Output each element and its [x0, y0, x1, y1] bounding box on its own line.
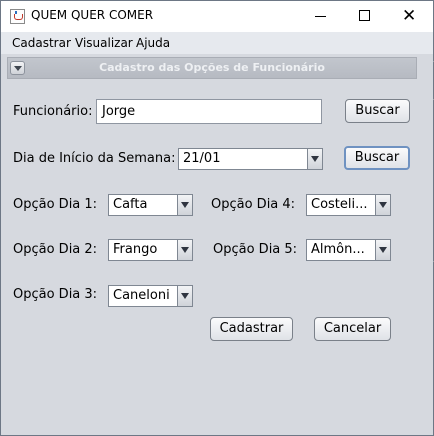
opcao-dia-5-value: Almôn...	[311, 242, 365, 257]
panel-title: Cadastro das Opções de Funcionário	[99, 61, 325, 74]
minimize-button[interactable]	[297, 1, 343, 32]
opcao-dia-4-select[interactable]: Costeli...	[306, 194, 391, 216]
opcao-dia-4-value: Costeli...	[311, 197, 368, 212]
chevron-down-icon[interactable]	[375, 240, 390, 260]
opcao-dia-1-value: Cafta	[113, 197, 148, 212]
inicio-semana-label: Dia de Início da Semana:	[13, 151, 176, 166]
cadastrar-button[interactable]: Cadastrar	[210, 317, 293, 341]
title-bar[interactable]: QUEM QUER COMER ✕	[1, 1, 433, 32]
chevron-down-icon[interactable]	[177, 240, 192, 260]
menu-ajuda[interactable]: Ajuda	[136, 36, 170, 50]
opcao-dia-3-select[interactable]: Caneloni	[108, 285, 193, 307]
close-icon: ✕	[402, 6, 417, 26]
maximize-icon	[359, 10, 370, 21]
maximize-button[interactable]	[341, 1, 387, 32]
opcao-dia-2-value: Frango	[113, 242, 158, 257]
funcionario-label: Funcionário:	[13, 104, 93, 119]
menu-bar: Cadastrar Visualizar Ajuda	[1, 32, 433, 54]
window-title: QUEM QUER COMER	[31, 8, 154, 22]
menu-cadastrar[interactable]: Cadastrar	[12, 36, 71, 50]
main-window: QUEM QUER COMER ✕ Cadastrar Visualizar A…	[0, 0, 434, 436]
chevron-down-icon[interactable]	[375, 195, 390, 215]
opcao-dia-5-label: Opção Dia 5:	[213, 242, 298, 257]
minimize-icon	[315, 16, 326, 17]
chevron-down-icon[interactable]	[307, 149, 322, 169]
inicio-semana-value: 21/01	[183, 151, 221, 166]
opcao-dia-4-label: Opção Dia 4:	[211, 197, 296, 212]
buscar-semana-button[interactable]: Buscar	[344, 146, 410, 170]
opcao-dia-5-select[interactable]: Almôn...	[306, 239, 391, 261]
panel-header: Cadastro das Opções de Funcionário	[7, 57, 417, 79]
opcao-dia-2-label: Opção Dia 2:	[13, 242, 98, 257]
chevron-down-icon[interactable]	[177, 195, 192, 215]
close-button[interactable]: ✕	[386, 1, 432, 32]
funcionario-input[interactable]: Jorge	[96, 99, 322, 124]
chevron-down-icon[interactable]	[177, 286, 192, 306]
opcao-dia-3-value: Caneloni	[113, 288, 170, 303]
opcao-dia-1-label: Opção Dia 1:	[13, 197, 98, 212]
inicio-semana-select[interactable]: 21/01	[178, 148, 323, 170]
cancelar-button[interactable]: Cancelar	[314, 317, 391, 341]
opcao-dia-3-label: Opção Dia 3:	[13, 287, 98, 302]
opcao-dia-2-select[interactable]: Frango	[108, 239, 193, 261]
buscar-funcionario-button[interactable]: Buscar	[345, 99, 410, 123]
menu-visualizar[interactable]: Visualizar	[75, 36, 133, 50]
java-app-icon	[10, 9, 25, 24]
opcao-dia-1-select[interactable]: Cafta	[108, 194, 193, 216]
